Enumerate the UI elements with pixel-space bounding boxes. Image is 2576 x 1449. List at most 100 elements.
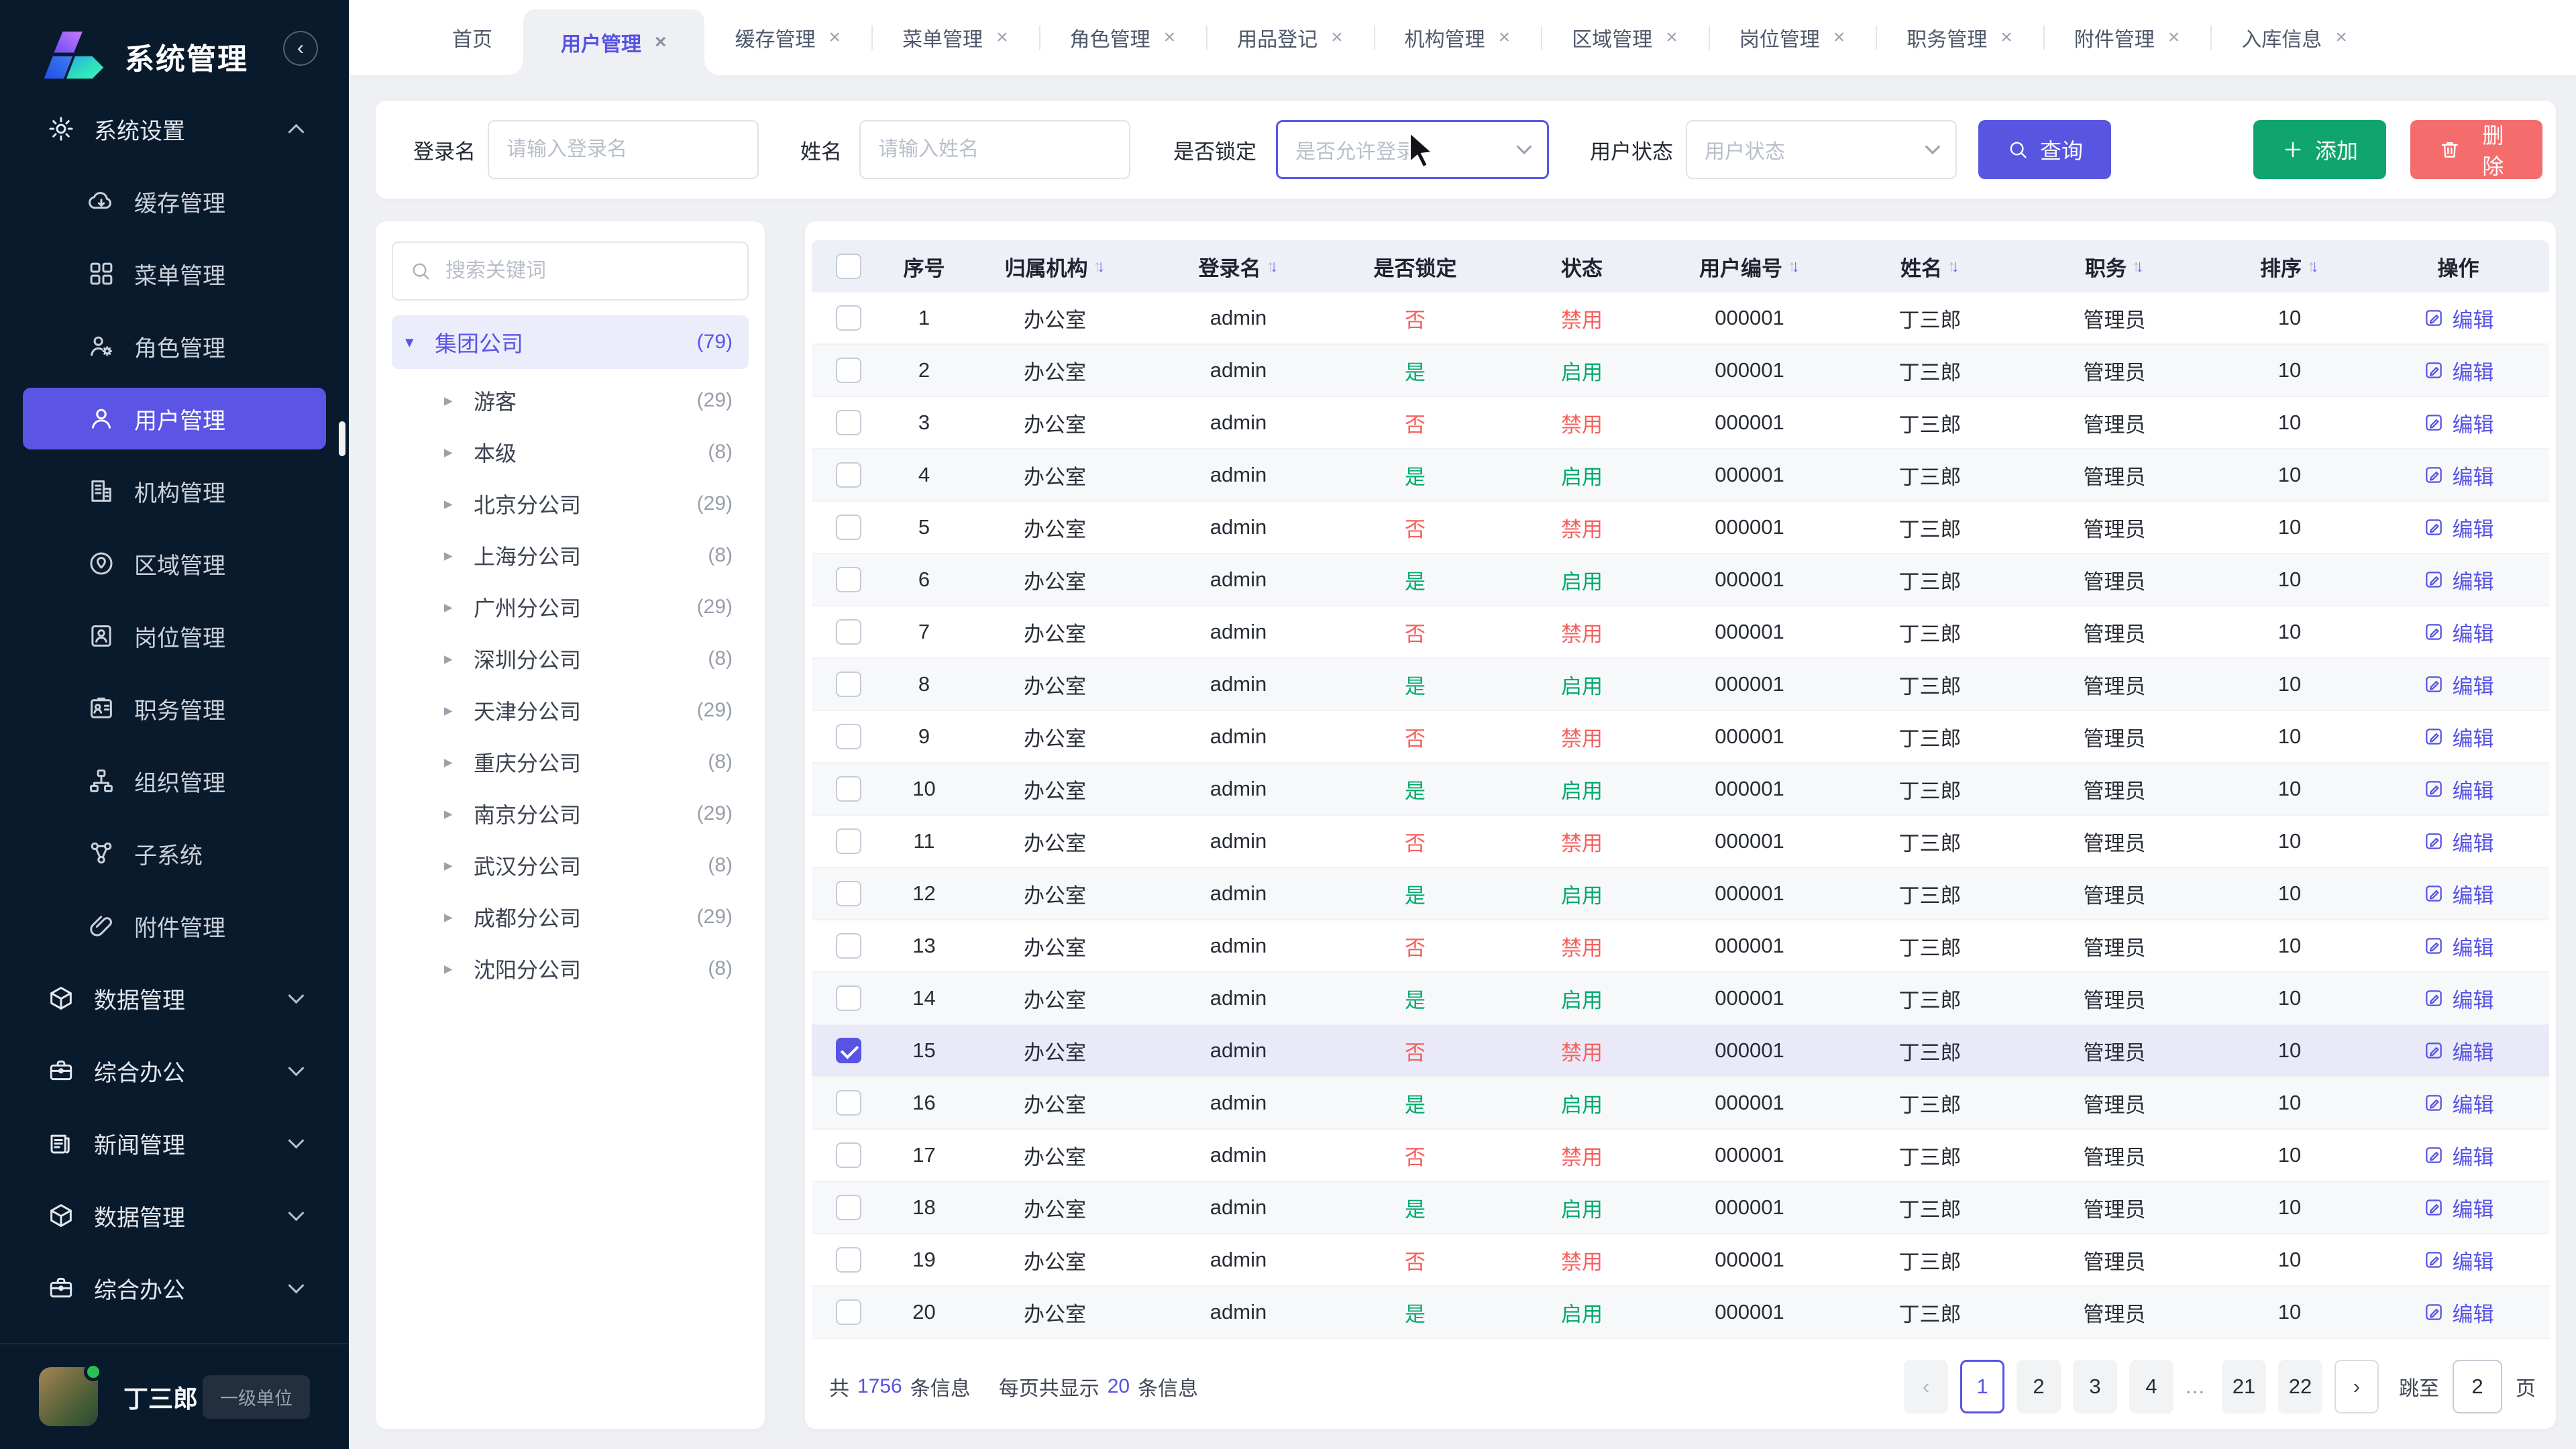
column-header[interactable]: 登录名 ↑↓: [1147, 252, 1330, 282]
page-button[interactable]: 2: [2017, 1360, 2061, 1413]
table-row[interactable]: 6 办公室 admin 是 启用 000001 丁三郎 管理员 10 编辑: [812, 554, 2549, 606]
tree-search-input[interactable]: [445, 260, 731, 282]
edit-button[interactable]: 编辑: [2423, 460, 2494, 490]
query-button[interactable]: 查询: [1978, 120, 2111, 179]
column-header[interactable]: 姓名 ↑↓: [1836, 252, 2024, 282]
edit-button[interactable]: 编辑: [2423, 356, 2494, 386]
tab[interactable]: 菜单管理 ×: [871, 0, 1039, 75]
sort-icon[interactable]: ↑↓: [2132, 257, 2144, 276]
tab[interactable]: 机构管理 ×: [1374, 0, 1542, 75]
row-checkbox[interactable]: [836, 305, 861, 331]
edit-button[interactable]: 编辑: [2423, 565, 2494, 595]
sidebar-item[interactable]: 附件管理: [23, 895, 326, 957]
sidebar-item[interactable]: 区域管理: [23, 533, 326, 594]
sidebar-item[interactable]: 用户管理: [23, 388, 326, 449]
table-row[interactable]: 10 办公室 admin 是 启用 000001 丁三郎 管理员 10 编辑: [812, 763, 2549, 816]
row-checkbox[interactable]: [836, 1195, 861, 1220]
edit-button[interactable]: 编辑: [2423, 1036, 2494, 1066]
column-header[interactable]: 是否锁定 ↑↓: [1330, 252, 1501, 282]
tab[interactable]: 角色管理 ×: [1039, 0, 1207, 75]
row-checkbox[interactable]: [836, 410, 861, 435]
sidebar-item[interactable]: 角色管理: [23, 315, 326, 377]
delete-button[interactable]: 删除: [2410, 120, 2542, 179]
tab[interactable]: 区域管理 ×: [1541, 0, 1709, 75]
table-row[interactable]: 17 办公室 admin 否 禁用 000001 丁三郎 管理员 10 编辑: [812, 1130, 2549, 1182]
sidebar-scrollbar-thumb[interactable]: [339, 421, 345, 456]
sidebar-item[interactable]: 机构管理: [23, 460, 326, 522]
tab[interactable]: 岗位管理 ×: [1709, 0, 1876, 75]
table-row[interactable]: 19 办公室 admin 否 禁用 000001 丁三郎 管理员 10 编辑: [812, 1234, 2549, 1287]
tab-close-icon[interactable]: ×: [1833, 28, 1845, 48]
tree-node[interactable]: ▸ 北京分公司 (29): [392, 478, 749, 529]
tree-node[interactable]: ▸ 重庆分公司 (8): [392, 736, 749, 788]
row-checkbox[interactable]: [836, 1038, 861, 1063]
column-header[interactable]: 职务 ↑↓: [2024, 252, 2205, 282]
tree-node[interactable]: ▸ 武汉分公司 (8): [392, 839, 749, 891]
locked-select[interactable]: 是否允许登录: [1276, 120, 1549, 179]
tree-node[interactable]: ▸ 天津分公司 (29): [392, 684, 749, 736]
tab[interactable]: 入库信息 ×: [2210, 0, 2378, 75]
sidebar-item[interactable]: 菜单管理: [23, 243, 326, 305]
table-row[interactable]: 9 办公室 admin 否 禁用 000001 丁三郎 管理员 10 编辑: [812, 711, 2549, 763]
tree-node[interactable]: ▸ 南京分公司 (29): [392, 788, 749, 839]
tab-close-icon[interactable]: ×: [2000, 28, 2012, 48]
row-checkbox[interactable]: [836, 619, 861, 645]
jump-input[interactable]: [2453, 1360, 2502, 1413]
row-checkbox[interactable]: [836, 672, 861, 697]
sidebar-item[interactable]: 组织管理: [23, 750, 326, 812]
tree-caret-icon[interactable]: ▸: [444, 442, 474, 462]
tree-caret-icon[interactable]: ▸: [444, 545, 474, 566]
edit-button[interactable]: 编辑: [2423, 408, 2494, 438]
tree-caret-icon[interactable]: ▸: [444, 597, 474, 617]
page-button[interactable]: 21: [2222, 1360, 2266, 1413]
tree-caret-icon[interactable]: ▸: [444, 494, 474, 514]
tree-node[interactable]: ▸ 成都分公司 (29): [392, 891, 749, 943]
row-checkbox[interactable]: [836, 462, 861, 488]
tab-close-icon[interactable]: ×: [2335, 28, 2347, 48]
tree-caret-icon[interactable]: ▸: [444, 855, 474, 875]
sidebar-item[interactable]: 综合办公: [23, 1257, 326, 1319]
table-row[interactable]: 14 办公室 admin 是 启用 000001 丁三郎 管理员 10 编辑: [812, 973, 2549, 1025]
column-header[interactable]: 用户编号 ↑↓: [1663, 252, 1836, 282]
avatar[interactable]: [39, 1367, 98, 1426]
tree-node[interactable]: ▸ 深圳分公司 (8): [392, 633, 749, 684]
table-row[interactable]: 11 办公室 admin 否 禁用 000001 丁三郎 管理员 10 编辑: [812, 816, 2549, 868]
row-checkbox[interactable]: [836, 358, 861, 383]
row-checkbox[interactable]: [836, 1142, 861, 1168]
status-select[interactable]: 用户状态: [1686, 120, 1957, 179]
row-checkbox[interactable]: [836, 1247, 861, 1273]
edit-button[interactable]: 编辑: [2423, 669, 2494, 700]
row-checkbox[interactable]: [836, 881, 861, 906]
table-row[interactable]: 2 办公室 admin 是 启用 000001 丁三郎 管理员 10 编辑: [812, 345, 2549, 397]
tab-close-icon[interactable]: ×: [1164, 28, 1176, 48]
page-button[interactable]: ‹: [1904, 1360, 1948, 1413]
edit-button[interactable]: 编辑: [2423, 774, 2494, 804]
table-row[interactable]: 7 办公室 admin 否 禁用 000001 丁三郎 管理员 10 编辑: [812, 606, 2549, 659]
tree-node[interactable]: ▸ 本级 (8): [392, 426, 749, 478]
edit-button[interactable]: 编辑: [2423, 1245, 2494, 1275]
tab[interactable]: 职务管理 ×: [1876, 0, 2043, 75]
select-all-checkbox[interactable]: [836, 254, 861, 279]
page-button[interactable]: 3: [2073, 1360, 2117, 1413]
sidebar-item[interactable]: 子系统: [23, 822, 326, 884]
column-header[interactable]: 序号 ↑↓: [885, 252, 963, 282]
tree-caret-icon[interactable]: ▾: [405, 332, 435, 352]
row-checkbox[interactable]: [836, 776, 861, 802]
edit-button[interactable]: 编辑: [2423, 1297, 2494, 1328]
row-checkbox[interactable]: [836, 1299, 861, 1325]
row-checkbox[interactable]: [836, 985, 861, 1011]
page-button[interactable]: ›: [2334, 1360, 2379, 1413]
edit-button[interactable]: 编辑: [2423, 1193, 2494, 1223]
sort-icon[interactable]: ↑↓: [1093, 257, 1106, 276]
sort-icon[interactable]: ↑↓: [1267, 257, 1279, 276]
table-row[interactable]: 15 办公室 admin 否 禁用 000001 丁三郎 管理员 10 编辑: [812, 1025, 2549, 1077]
sidebar-item[interactable]: 数据管理: [23, 1185, 326, 1246]
column-header[interactable]: 归属机构 ↑↓: [963, 252, 1147, 282]
add-button[interactable]: 添加: [2253, 120, 2386, 179]
tab[interactable]: 缓存管理 ×: [704, 0, 872, 75]
tree-node[interactable]: ▸ 沈阳分公司 (8): [392, 943, 749, 994]
tree-node[interactable]: ▸ 上海分公司 (8): [392, 529, 749, 581]
tree-caret-icon[interactable]: ▸: [444, 907, 474, 927]
edit-button[interactable]: 编辑: [2423, 879, 2494, 909]
tab-close-icon[interactable]: ×: [1666, 28, 1678, 48]
